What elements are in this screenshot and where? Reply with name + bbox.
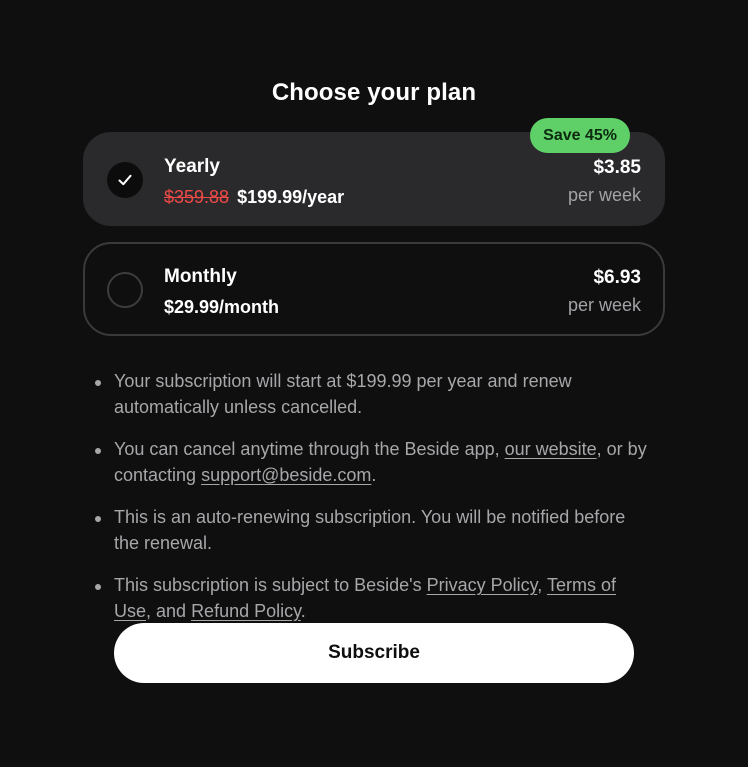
weekly-price: $3.85: [593, 157, 641, 178]
terms-list: Your subscription will start at $199.99 …: [92, 368, 652, 640]
plan-name: Yearly: [164, 156, 220, 177]
bullet-icon: [95, 516, 101, 522]
terms-item: You can cancel anytime through the Besid…: [92, 436, 652, 488]
support-email-link[interactable]: support@beside.com: [201, 465, 371, 485]
terms-item: This is an auto-renewing subscription. Y…: [92, 504, 652, 556]
radio-selected[interactable]: [107, 162, 143, 198]
terms-text: This subscription is subject to Beside's: [114, 575, 427, 595]
weekly-price: $6.93: [593, 267, 641, 288]
bullet-icon: [95, 584, 101, 590]
plan-name: Monthly: [164, 266, 237, 287]
refund-policy-link[interactable]: Refund Policy: [191, 601, 301, 621]
terms-text: This is an auto-renewing subscription. Y…: [114, 507, 626, 553]
savings-badge: Save 45%: [530, 118, 630, 153]
weekly-unit: per week: [567, 185, 641, 205]
discounted-price: $199.99/year: [237, 187, 345, 207]
plan-price: $359.88 $199.99/year: [164, 184, 344, 210]
terms-item: Your subscription will start at $199.99 …: [92, 368, 652, 420]
privacy-policy-link[interactable]: Privacy Policy: [427, 575, 538, 595]
bullet-icon: [95, 380, 101, 386]
checkmark-icon: [118, 174, 132, 186]
terms-text: , and: [146, 601, 192, 621]
bullet-icon: [95, 448, 101, 454]
terms-text: Your subscription will start at $199.99 …: [114, 371, 572, 417]
plan-option-monthly[interactable]: Monthly $29.99/month $6.93 per week: [83, 242, 665, 336]
terms-text: .: [300, 601, 306, 621]
weekly-unit: per week: [567, 295, 641, 315]
terms-text: ,: [537, 575, 547, 595]
page-title: Choose your plan: [271, 79, 477, 106]
plan-price: $29.99/month: [164, 297, 280, 317]
terms-text: You can cancel anytime through the Besid…: [114, 439, 505, 459]
plan-option-yearly[interactable]: Save 45% Yearly $359.88 $199.99/year $3.8…: [83, 118, 665, 226]
empty-radio-icon[interactable]: [107, 272, 143, 308]
website-link[interactable]: our website: [505, 439, 597, 459]
terms-item: This subscription is subject to Beside's…: [92, 572, 652, 624]
terms-text: .: [371, 465, 377, 485]
original-price: $359.88: [164, 187, 230, 207]
subscribe-button[interactable]: Subscribe: [114, 623, 634, 683]
